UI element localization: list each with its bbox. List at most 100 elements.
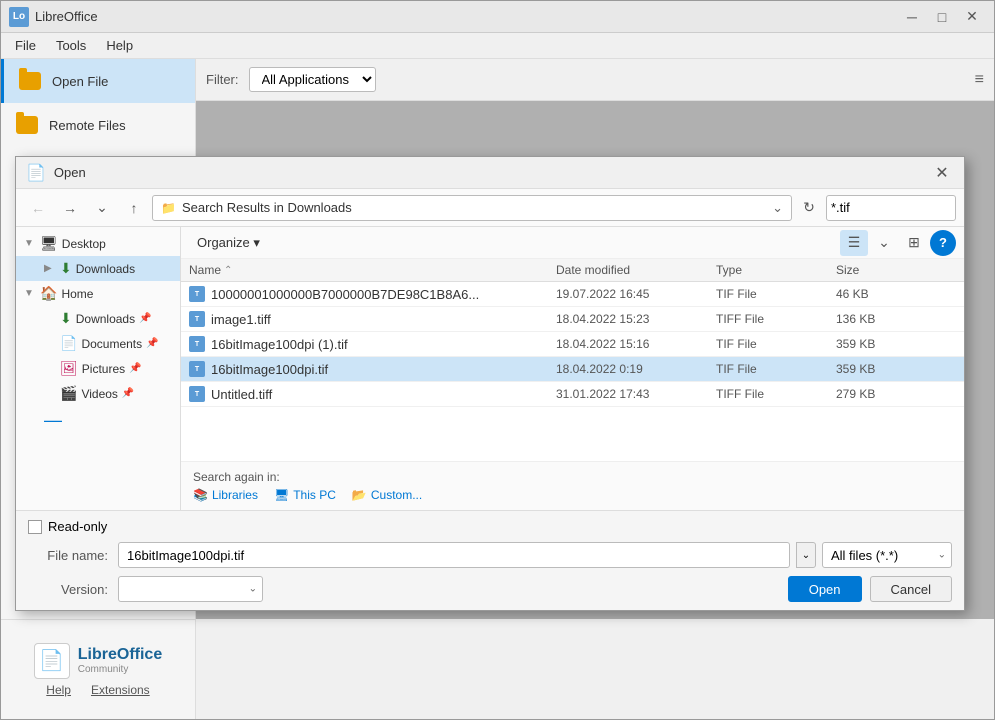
custom-link[interactable]: 📂 Custom...	[352, 488, 422, 502]
open-file-icon	[18, 69, 42, 93]
recent-locations-button[interactable]: ⌄	[88, 195, 116, 221]
search-input[interactable]	[831, 200, 995, 215]
file-size: 359 KB	[836, 362, 916, 376]
file-name: 10000001000000B7000000B7DE98C1B8A6...	[211, 287, 479, 302]
sidebar-item-open-file[interactable]: Open File	[1, 59, 195, 103]
sidebar-open-file-label: Open File	[52, 74, 108, 89]
filename-input-wrap: ⌄ All files (*.*) ⌄	[118, 542, 952, 568]
tree-item-expand[interactable]: —	[16, 406, 180, 435]
version-actions-row: Version: ⌄ Open Cancel	[28, 576, 952, 602]
file-name: 16bitImage100dpi.tif	[211, 362, 328, 377]
col-header-type[interactable]: Type	[716, 263, 836, 277]
dialog-bottom: Read-only File name: ⌄ All files (*.*) ⌄	[16, 510, 964, 610]
filename-input[interactable]	[118, 542, 790, 568]
libraries-icon: 📚	[193, 488, 208, 502]
tree-item-home-downloads[interactable]: ⬇ Downloads 📌	[16, 306, 180, 331]
tree-item-documents[interactable]: 📄 Documents 📌	[16, 331, 180, 356]
address-chevron-icon: ⌄	[772, 200, 783, 216]
table-row[interactable]: T 16bitImage100dpi (1).tif 18.04.2022 15…	[181, 332, 964, 357]
view-buttons: ☰ ⌄ ⊞ ?	[840, 230, 956, 256]
file-date: 18.04.2022 15:16	[556, 337, 716, 351]
minimize-button[interactable]: ─	[898, 6, 926, 28]
file-size: 136 KB	[836, 312, 916, 326]
this-pc-link[interactable]: 🖥 This PC	[274, 488, 336, 502]
table-row[interactable]: T Untitled.tiff 31.01.2022 17:43 TIFF Fi…	[181, 382, 964, 407]
tree-item-pictures[interactable]: 🖼 Pictures 📌	[16, 356, 180, 381]
details-view-button[interactable]: ☰	[840, 230, 868, 256]
refresh-button[interactable]: ↻	[796, 195, 822, 221]
sidebar-item-remote-files[interactable]: Remote Files	[1, 103, 195, 147]
file-name: image1.tiff	[211, 312, 271, 327]
remote-files-icon	[15, 113, 39, 137]
table-row[interactable]: T 10000001000000B7000000B7DE98C1B8A6... …	[181, 282, 964, 307]
filetype-select[interactable]: All files (*.*)	[822, 542, 952, 568]
col-header-empty	[916, 263, 956, 277]
menu-help[interactable]: Help	[96, 35, 143, 56]
lo-bottom-links: Help Extensions	[46, 683, 149, 697]
lo-main-window: Lo LibreOffice ─ □ ✕ File Tools Help Ope…	[0, 0, 995, 720]
lo-logo: 📄 LibreOffice Community	[34, 643, 162, 679]
file-name-cell: T image1.tiff	[189, 311, 556, 327]
table-row[interactable]: T 16bitImage100dpi.tif 18.04.2022 0:19 T…	[181, 357, 964, 382]
file-name-cell: T 10000001000000B7000000B7DE98C1B8A6...	[189, 286, 556, 302]
organize-button[interactable]: Organize ▾	[189, 232, 268, 254]
dialog-doc-icon: 📄	[26, 163, 46, 183]
col-header-name[interactable]: Name ⌃	[189, 263, 556, 277]
up-button[interactable]: ↑	[120, 195, 148, 221]
readonly-label: Read-only	[48, 519, 107, 534]
tree-item-home[interactable]: ▼ 🏠 Home	[16, 281, 180, 306]
lo-bottom-bar: 📄 LibreOffice Community Help Extensions	[1, 619, 196, 719]
tree-home-downloads-label: Downloads	[76, 312, 135, 326]
menu-tools[interactable]: Tools	[46, 35, 96, 56]
filter-menu-icon[interactable]: ≡	[975, 71, 984, 89]
close-button[interactable]: ✕	[958, 6, 986, 28]
chevron-right-icon: ▶	[44, 263, 56, 274]
sort-arrow-icon: ⌃	[224, 265, 232, 276]
help-link[interactable]: Help	[46, 683, 71, 697]
file-date: 18.04.2022 0:19	[556, 362, 716, 376]
downloads-icon: ⬇	[60, 260, 72, 277]
file-size: 359 KB	[836, 337, 916, 351]
chevron-view-button[interactable]: ⌄	[870, 230, 898, 256]
col-header-size[interactable]: Size	[836, 263, 916, 277]
large-icons-button[interactable]: ⊞	[900, 230, 928, 256]
sidebar-remote-files-label: Remote Files	[49, 118, 126, 133]
help-button[interactable]: ?	[930, 230, 956, 256]
file-name-cell: T 16bitImage100dpi (1).tif	[189, 336, 556, 352]
home-icon: 🏠	[40, 285, 57, 302]
table-row[interactable]: T image1.tiff 18.04.2022 15:23 TIFF File…	[181, 307, 964, 332]
libraries-link[interactable]: 📚 Libraries	[193, 488, 258, 502]
filter-select[interactable]: All Applications	[249, 67, 376, 92]
lo-logo-icon: 📄	[34, 643, 70, 679]
cancel-button[interactable]: Cancel	[870, 576, 952, 602]
col-header-date[interactable]: Date modified	[556, 263, 716, 277]
open-button[interactable]: Open	[788, 576, 862, 602]
tree-item-desktop[interactable]: ▼ 🖥 Desktop	[16, 231, 180, 256]
dialog-close-button[interactable]: ✕	[930, 161, 954, 185]
lo-title: LibreOffice	[35, 9, 898, 24]
tree-documents-label: Documents	[81, 337, 142, 351]
address-bar[interactable]: 📁 Search Results in Downloads ⌄	[152, 195, 792, 221]
version-select[interactable]	[118, 576, 263, 602]
window-controls: ─ □ ✕	[898, 6, 986, 28]
file-name-cell: T Untitled.tiff	[189, 386, 556, 402]
filename-dropdown[interactable]: ⌄	[796, 542, 816, 568]
file-date: 19.07.2022 16:45	[556, 287, 716, 301]
file-name-cell: T 16bitImage100dpi.tif	[189, 361, 556, 377]
lo-logo-text: LibreOffice Community	[78, 645, 162, 676]
filename-dropdown-arrow[interactable]: ⌄	[796, 542, 816, 568]
forward-button[interactable]: →	[56, 195, 84, 221]
file-date: 31.01.2022 17:43	[556, 387, 716, 401]
readonly-checkbox[interactable]	[28, 520, 42, 534]
extensions-link[interactable]: Extensions	[91, 683, 150, 697]
search-again-section: Search again in: 📚 Libraries 🖥 This PC 📂	[181, 461, 964, 510]
filename-label: File name:	[28, 548, 108, 563]
tree-item-downloads[interactable]: ▶ ⬇ Downloads	[16, 256, 180, 281]
custom-icon: 📂	[352, 488, 367, 502]
tree-item-videos[interactable]: 🎬 Videos 📌	[16, 381, 180, 406]
tif-file-icon: T	[189, 336, 205, 352]
back-button[interactable]: ←	[24, 195, 52, 221]
maximize-button[interactable]: □	[928, 6, 956, 28]
menu-file[interactable]: File	[5, 35, 46, 56]
open-dialog: 📄 Open ✕ ← → ⌄ ↑ 📁 Search Results in Dow…	[15, 156, 965, 611]
